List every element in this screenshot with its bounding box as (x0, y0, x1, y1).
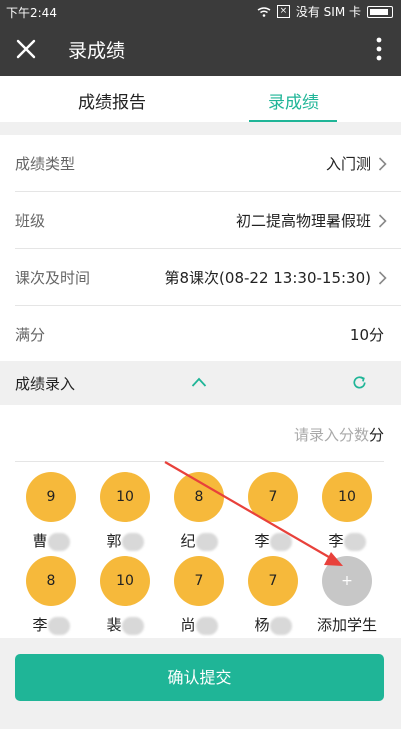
student-name: 李 (243, 530, 303, 551)
app-toolbar: 录成绩 (0, 22, 401, 76)
score-bubble[interactable]: 10 (100, 472, 150, 522)
score-bubble[interactable]: 9 (26, 472, 76, 522)
student-card[interactable]: 7 李 (243, 472, 303, 551)
add-student-label: 添加学生 (316, 616, 377, 634)
student-name: 曹 (21, 530, 81, 551)
score-bubble[interactable]: 8 (174, 472, 224, 522)
lesson-time-label: 课次及时间 (15, 269, 91, 287)
status-icons: × 没有 SIM 卡 (257, 3, 393, 20)
score-entry-header: 成绩录入 (0, 361, 401, 405)
status-time: 下午2:44 (6, 6, 57, 20)
student-card[interactable]: 10 郭 (95, 472, 155, 551)
student-name: 李 (317, 530, 377, 551)
score-input-field[interactable]: 请录入分数分 (294, 424, 384, 445)
carrier-text: 没有 SIM 卡 (295, 5, 361, 19)
score-input-placeholder: 请录入分数 (293, 426, 369, 444)
score-bubble[interactable]: 7 (174, 556, 224, 606)
class-value: 初二提高物理暑假班 (235, 212, 371, 230)
student-name: 杨 (243, 614, 303, 635)
bottom-bar: 确认提交 (0, 638, 401, 729)
score-type-label: 成绩类型 (15, 155, 76, 173)
score-bubble[interactable]: 7 (248, 556, 298, 606)
student-card[interactable]: 7 尚 (169, 556, 229, 635)
student-name: 李 (21, 614, 81, 635)
score-bubble[interactable]: 7 (248, 472, 298, 522)
student-card[interactable]: 9 曹 (21, 472, 81, 551)
student-card[interactable]: 7 杨 (243, 556, 303, 635)
student-name: 纪 (169, 530, 229, 551)
student-name: 尚 (169, 614, 229, 635)
battery-icon (367, 5, 393, 18)
class-label: 班级 (15, 212, 46, 230)
score-unit: 分 (368, 426, 384, 444)
more-options-icon[interactable] (375, 36, 383, 62)
exam-info-form: 成绩类型 入门测 班级 初二提高物理暑假班 课次及时间 第8课次(08-22 1… (0, 135, 401, 362)
full-score-label: 满分 (15, 326, 46, 344)
score-bubble[interactable]: 8 (26, 556, 76, 606)
submit-button[interactable]: 确认提交 (15, 654, 384, 701)
tab-score-report[interactable]: 成绩报告 (78, 88, 146, 113)
score-bubble[interactable]: 10 (322, 472, 372, 522)
student-card[interactable]: 10 李 (317, 472, 377, 551)
wifi-icon (257, 6, 271, 17)
chevron-right-icon (378, 271, 387, 285)
score-type-row[interactable]: 成绩类型 入门测 (15, 135, 401, 192)
tab-enter-scores[interactable]: 录成绩 (268, 88, 319, 113)
tab-bar: 成绩报告 录成绩 (0, 76, 401, 122)
score-entry-title: 成绩录入 (15, 375, 76, 393)
lesson-time-row[interactable]: 课次及时间 第8课次(08-22 13:30-15:30) (15, 249, 401, 306)
full-score-value: 10分 (349, 326, 384, 344)
chevron-up-icon[interactable] (191, 376, 207, 388)
student-card[interactable]: 10 裴 (95, 556, 155, 635)
full-score-row: 满分 10分 (15, 306, 401, 362)
active-tab-indicator (249, 120, 337, 122)
status-bar: 下午2:44 × 没有 SIM 卡 (0, 0, 401, 22)
score-type-value: 入门测 (325, 155, 371, 173)
student-name: 郭 (95, 530, 155, 551)
score-entry-panel: 请录入分数分 9 曹 10 郭 8 纪 7 李 10 李 8 李 10 裴 7 … (0, 405, 401, 638)
student-card[interactable]: 8 李 (21, 556, 81, 635)
divider (15, 461, 384, 462)
close-icon[interactable] (14, 37, 38, 61)
add-student-card[interactable]: + 添加学生 (312, 556, 382, 635)
add-student-button[interactable]: + (322, 556, 372, 606)
student-name: 裴 (95, 614, 155, 635)
chevron-right-icon (378, 157, 387, 171)
lesson-time-value: 第8课次(08-22 13:30-15:30) (164, 269, 371, 287)
chevron-right-icon (378, 214, 387, 228)
class-row[interactable]: 班级 初二提高物理暑假班 (15, 192, 401, 249)
page-title: 录成绩 (68, 40, 126, 62)
refresh-icon[interactable] (351, 374, 368, 391)
no-sim-icon: × (276, 5, 290, 18)
score-bubble[interactable]: 10 (100, 556, 150, 606)
student-card[interactable]: 8 纪 (169, 472, 229, 551)
